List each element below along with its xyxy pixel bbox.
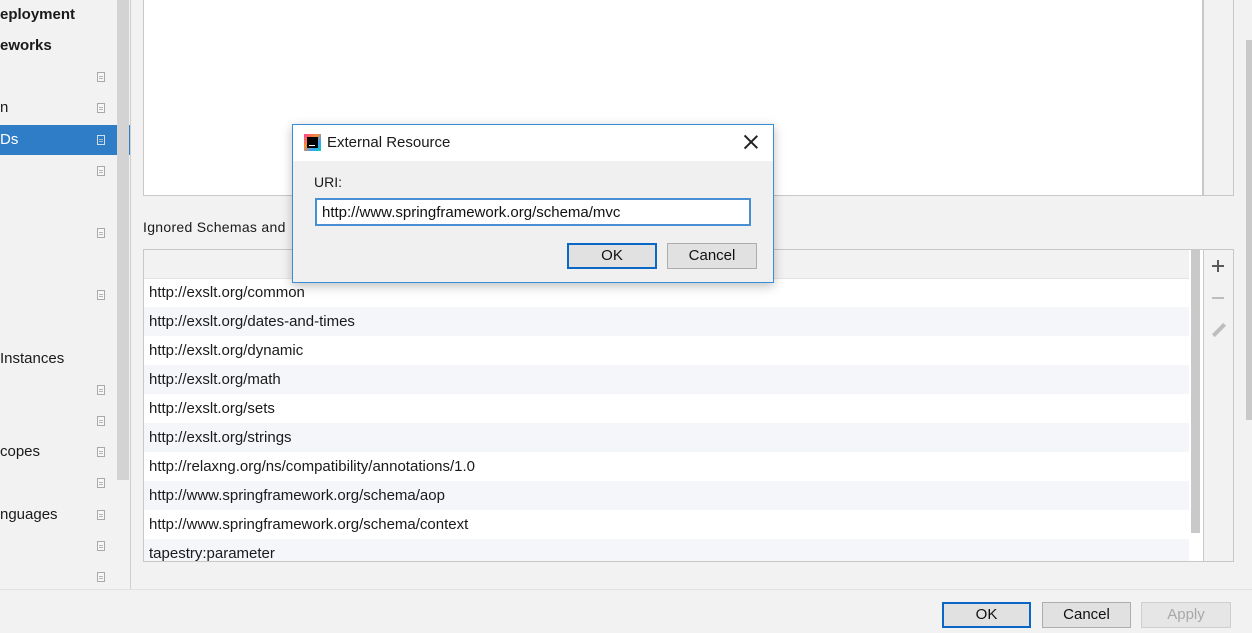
- sidebar-item[interactable]: eployment: [0, 0, 117, 30]
- sidebar-item[interactable]: Instances: [0, 344, 117, 374]
- list-item[interactable]: http://www.springframework.org/schema/co…: [144, 510, 1189, 539]
- sidebar-item-label: eworks: [0, 37, 52, 54]
- sidebar-item-label: copes: [0, 443, 41, 460]
- project-settings-icon: [97, 478, 105, 488]
- ok-button[interactable]: OK: [942, 602, 1031, 628]
- list-item[interactable]: http://relaxng.org/ns/compatibility/anno…: [144, 452, 1189, 481]
- list-item[interactable]: http://www.springframework.org/schema/ao…: [144, 481, 1189, 510]
- project-settings-icon: [97, 416, 105, 426]
- uri-input[interactable]: [315, 198, 751, 226]
- project-settings-icon: [97, 510, 105, 520]
- project-settings-icon: [97, 385, 105, 395]
- project-settings-icon: [97, 135, 105, 145]
- list-item[interactable]: tapestry:parameter: [144, 539, 1189, 561]
- project-settings-icon: [97, 447, 105, 457]
- sidebar-item[interactable]: [0, 375, 117, 405]
- sidebar-item[interactable]: [0, 531, 117, 561]
- ignored-schemas-label: Ignored Schemas and: [143, 219, 286, 235]
- intellij-app-icon: [304, 134, 321, 151]
- dialog-ok-button[interactable]: OK: [567, 243, 657, 269]
- edit-pencil-icon[interactable]: [1204, 315, 1233, 345]
- sidebar-item-label: Ds: [0, 131, 19, 148]
- dialog-titlebar[interactable]: External Resource: [293, 125, 773, 161]
- project-settings-icon: [97, 166, 105, 176]
- list-item[interactable]: http://exslt.org/dates-and-times: [144, 307, 1189, 336]
- sidebar-item[interactable]: Ds: [0, 125, 130, 155]
- uri-label: URI:: [314, 174, 342, 190]
- list-scrollbar[interactable]: [1191, 250, 1200, 533]
- sidebar-item[interactable]: [0, 218, 117, 248]
- sidebar-item[interactable]: [0, 280, 117, 310]
- sidebar-item[interactable]: copes: [0, 437, 117, 467]
- external-schemas-toolbar: [1203, 0, 1234, 196]
- sidebar-item[interactable]: [0, 468, 117, 498]
- sidebar-item-label: Instances: [0, 350, 65, 367]
- project-settings-icon: [97, 541, 105, 551]
- dialog-cancel-button[interactable]: Cancel: [667, 243, 757, 269]
- close-icon[interactable]: [743, 134, 759, 150]
- sidebar-item-label: nguages: [0, 506, 58, 523]
- external-resource-dialog: External Resource URI: OK Cancel: [292, 124, 774, 283]
- list-item[interactable]: http://exslt.org/sets: [144, 394, 1189, 423]
- cancel-button[interactable]: Cancel: [1042, 602, 1131, 628]
- settings-sidebar: eployment eworks n Ds Instances copes nguages: [0, 0, 131, 589]
- sidebar-item[interactable]: [0, 156, 117, 186]
- list-item[interactable]: http://exslt.org/math: [144, 365, 1189, 394]
- sidebar-item[interactable]: nguages: [0, 500, 117, 530]
- sidebar-item-label: n: [0, 99, 9, 116]
- list-item[interactable]: http://exslt.org/strings: [144, 423, 1189, 452]
- project-settings-icon: [97, 290, 105, 300]
- project-settings-icon: [97, 72, 105, 82]
- sidebar-item[interactable]: [0, 562, 117, 589]
- ignored-schemas-list[interactable]: http://exslt.org/common http://exslt.org/…: [143, 249, 1204, 562]
- apply-button[interactable]: Apply: [1141, 602, 1231, 628]
- project-settings-icon: [97, 103, 105, 113]
- remove-icon[interactable]: [1204, 283, 1233, 313]
- sidebar-item[interactable]: [0, 406, 117, 436]
- sidebar-item[interactable]: n: [0, 93, 117, 123]
- project-settings-icon: [97, 228, 105, 238]
- window-scrollbar[interactable]: [1246, 40, 1252, 420]
- dialog-title: External Resource: [327, 134, 451, 151]
- sidebar-scrollbar[interactable]: [117, 0, 129, 480]
- list-toolbar: [1203, 249, 1234, 562]
- sidebar-item[interactable]: [0, 62, 117, 92]
- add-icon[interactable]: [1204, 251, 1233, 281]
- sidebar-item-label: eployment: [0, 6, 76, 23]
- sidebar-item[interactable]: eworks: [0, 31, 117, 61]
- list-item[interactable]: http://exslt.org/dynamic: [144, 336, 1189, 365]
- footer-divider: [0, 589, 1252, 590]
- project-settings-icon: [97, 572, 105, 582]
